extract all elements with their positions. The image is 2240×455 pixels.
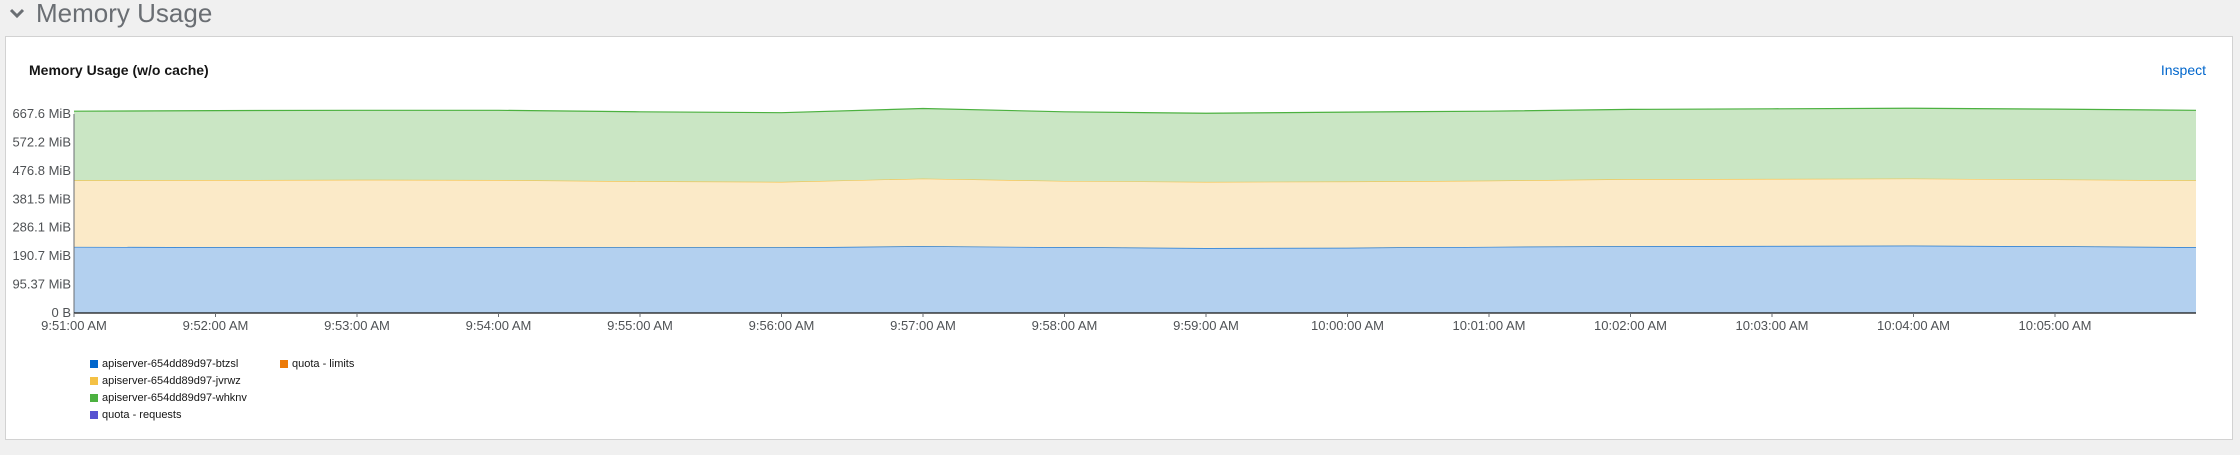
legend-label: apiserver-654dd89d97-whknv: [102, 391, 247, 404]
legend-swatch: [90, 376, 98, 385]
legend-item[interactable]: apiserver-654dd89d97-jvrwz: [90, 372, 280, 389]
legend-item[interactable]: quota - limits: [280, 355, 400, 372]
x-tick-label: 9:56:00 AM: [749, 318, 815, 333]
chart-card: Memory Usage (w/o cache) Inspect 0 B 95.3…: [5, 36, 2233, 440]
area-whknv: [74, 108, 2196, 182]
y-tick-label: 286.1 MiB: [12, 220, 71, 235]
area-btzsl: [74, 245, 2196, 313]
x-tick-label: 10:04:00 AM: [1877, 318, 1950, 333]
x-tick-label: 9:54:00 AM: [466, 318, 532, 333]
x-tick-label: 9:59:00 AM: [1173, 318, 1239, 333]
section-header[interactable]: Memory Usage: [8, 0, 212, 30]
legend-item[interactable]: quota - requests: [90, 406, 280, 423]
chevron-down-icon[interactable]: [8, 4, 26, 22]
legend-swatch: [280, 359, 288, 368]
x-tick-label: 9:58:00 AM: [1032, 318, 1098, 333]
legend-label: quota - requests: [102, 408, 182, 421]
y-tick-label: 95.37 MiB: [12, 277, 71, 292]
x-tick-label: 9:53:00 AM: [324, 318, 390, 333]
x-tick-label: 10:05:00 AM: [2019, 318, 2092, 333]
y-tick-label: 667.6 MiB: [12, 106, 71, 121]
y-tick-label: 190.7 MiB: [12, 248, 71, 263]
x-tick-label: 10:01:00 AM: [1453, 318, 1526, 333]
legend-item[interactable]: apiserver-654dd89d97-whknv: [90, 389, 280, 406]
chart-legend: apiserver-654dd89d97-btzsl quota - limits…: [90, 355, 400, 423]
legend-swatch: [90, 393, 98, 402]
x-tick-label: 9:55:00 AM: [607, 318, 673, 333]
y-tick-label: 381.5 MiB: [12, 191, 71, 206]
x-tick-label: 9:51:00 AM: [41, 318, 107, 333]
section-title: Memory Usage: [36, 0, 213, 28]
x-tick-label: 9:52:00 AM: [183, 318, 249, 333]
legend-item[interactable]: apiserver-654dd89d97-btzsl: [90, 355, 280, 372]
legend-label: quota - limits: [292, 357, 355, 370]
x-tick-label: 10:02:00 AM: [1594, 318, 1667, 333]
y-tick-label: 572.2 MiB: [12, 134, 71, 149]
x-tick-label: 10:00:00 AM: [1311, 318, 1384, 333]
legend-label: apiserver-654dd89d97-jvrwz: [102, 374, 241, 387]
legend-swatch: [90, 359, 98, 368]
x-tick-label: 10:03:00 AM: [1736, 318, 1809, 333]
memory-usage-chart: 0 B95.37 MiB190.7 MiB286.1 MiB381.5 MiB4…: [12, 106, 2197, 333]
x-tick-label: 9:57:00 AM: [890, 318, 956, 333]
legend-swatch: [90, 410, 98, 419]
area-jvrwz: [74, 178, 2196, 249]
y-tick-label: 476.8 MiB: [12, 163, 71, 178]
legend-label: apiserver-654dd89d97-btzsl: [102, 357, 239, 370]
